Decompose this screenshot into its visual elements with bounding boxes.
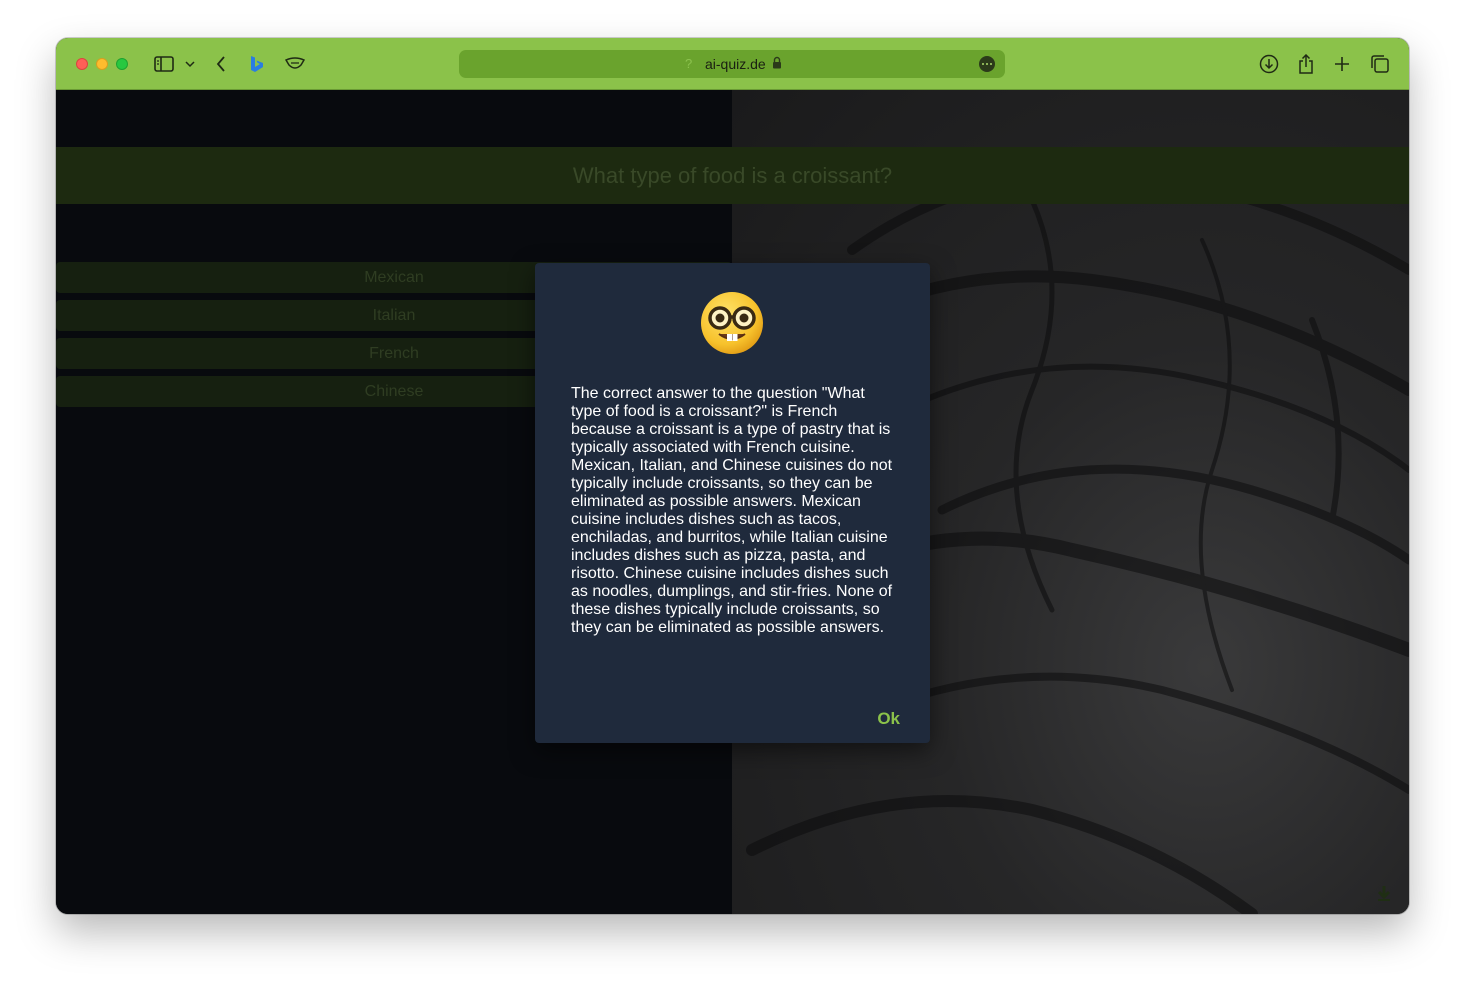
sidebar-icon[interactable] — [153, 52, 175, 76]
ok-button[interactable]: Ok — [877, 709, 900, 729]
answer-label: Mexican — [364, 268, 424, 286]
download-icon[interactable] — [1258, 52, 1280, 76]
explanation-dialog: The correct answer to the question "What… — [535, 263, 930, 743]
browser-window: ? ai-quiz.de What type of food is a croi… — [56, 38, 1409, 914]
share-icon[interactable] — [1296, 52, 1316, 76]
lock-icon — [772, 56, 782, 74]
answer-label: Chinese — [364, 382, 424, 400]
page-menu-icon[interactable] — [979, 56, 995, 72]
back-icon[interactable] — [214, 52, 228, 76]
site-info-icon[interactable]: ? — [685, 56, 692, 71]
browser-toolbar: ? ai-quiz.de — [56, 38, 1409, 90]
explanation-text: The correct answer to the question "What… — [571, 385, 893, 636]
minimize-window-button[interactable] — [96, 58, 108, 70]
address-host: ai-quiz.de — [705, 56, 766, 72]
question-bar: What type of food is a croissant? — [56, 147, 1409, 204]
close-window-button[interactable] — [76, 58, 88, 70]
nerd-face-icon — [699, 290, 765, 356]
question-text: What type of food is a croissant? — [572, 162, 893, 188]
answer-label: Italian — [372, 306, 416, 324]
shield-icon[interactable] — [284, 52, 306, 76]
zoom-window-button[interactable] — [116, 58, 128, 70]
download-arrow-icon[interactable] — [1375, 884, 1393, 902]
new-tab-icon[interactable] — [1332, 52, 1352, 76]
chevron-down-icon[interactable] — [184, 52, 196, 76]
answer-label: French — [369, 344, 419, 362]
page-content: What type of food is a croissant? Mexica… — [56, 90, 1409, 914]
tabs-overview-icon[interactable] — [1369, 52, 1391, 76]
bing-icon[interactable] — [248, 52, 266, 76]
address-bar[interactable]: ? ai-quiz.de — [459, 50, 1005, 78]
